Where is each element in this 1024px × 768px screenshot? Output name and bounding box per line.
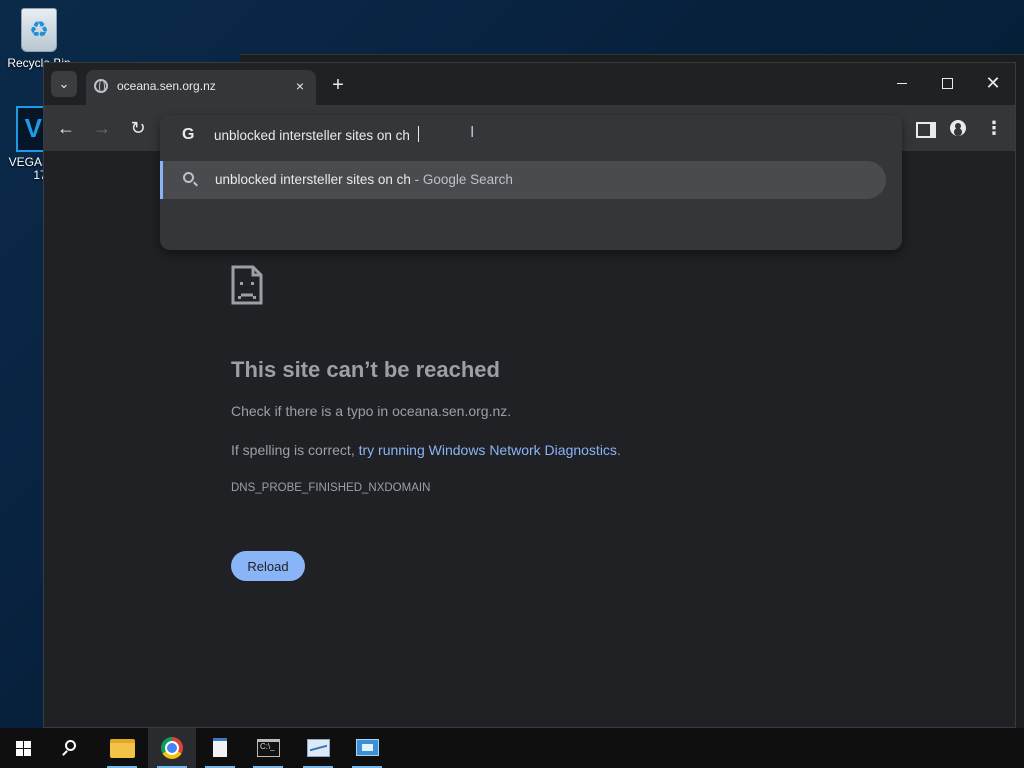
- taskbar-search-button[interactable]: [48, 728, 96, 768]
- taskbar-file-explorer[interactable]: [98, 728, 146, 768]
- profile-icon[interactable]: [944, 114, 972, 142]
- folder-icon: [110, 739, 135, 758]
- globe-icon: [94, 79, 108, 93]
- google-icon: G: [182, 126, 195, 143]
- start-button[interactable]: [0, 728, 48, 768]
- back-button[interactable]: ←: [52, 114, 80, 142]
- notepad-icon: [213, 738, 227, 757]
- title-bar: ⌄ oceana.sen.org.nz × + ✕: [44, 63, 1015, 105]
- minimize-button[interactable]: [878, 69, 924, 97]
- recycle-bin[interactable]: Recycle Bin: [4, 8, 74, 70]
- terminal-icon: C:\_: [257, 739, 280, 757]
- suggestion-query: unblocked intersteller sites on ch: [215, 172, 411, 187]
- menu-kebab-icon[interactable]: ⋮: [980, 114, 1008, 142]
- vegas-app-icon: V: [16, 106, 46, 152]
- suggestion-separator: -: [410, 172, 423, 187]
- recycle-bin-icon: [21, 8, 57, 52]
- tab-search-button[interactable]: ⌄: [51, 71, 77, 97]
- close-window-button[interactable]: ✕: [970, 69, 1016, 97]
- search-icon: [65, 740, 76, 751]
- text-caret: [418, 126, 419, 142]
- tab-title: oceana.sen.org.nz: [117, 79, 216, 93]
- remote-desktop-icon: [356, 739, 379, 756]
- sad-page-icon: [231, 265, 263, 305]
- forward-button[interactable]: →: [88, 114, 116, 142]
- error-diagnostics-hint: If spelling is correct, try running Wind…: [231, 442, 621, 458]
- diagnostics-prefix: If spelling is correct,: [231, 442, 359, 458]
- windows-icon: [16, 741, 32, 757]
- error-code: DNS_PROBE_FINISHED_NXDOMAIN: [231, 482, 431, 494]
- diagnostics-suffix: .: [616, 442, 621, 458]
- reload-icon[interactable]: ↻: [124, 114, 152, 142]
- taskbar-command-prompt[interactable]: C:\_: [244, 728, 292, 768]
- network-diagnostics-link[interactable]: try running Windows Network Diagnostics: [359, 442, 617, 458]
- chrome-window: ⌄ oceana.sen.org.nz × + ✕ ← → ↻ ⋮ G I un…: [43, 62, 1016, 728]
- new-tab-button[interactable]: +: [326, 73, 350, 97]
- taskbar-chrome[interactable]: [148, 728, 196, 768]
- taskbar: C:\_: [0, 728, 1024, 768]
- reload-button[interactable]: Reload: [231, 551, 305, 581]
- taskbar-performance-monitor[interactable]: [294, 728, 342, 768]
- omnibox-dropdown: G I unblocked intersteller sites on ch -…: [160, 115, 902, 250]
- side-panel-icon[interactable]: [908, 114, 936, 142]
- error-title: This site can’t be reached: [231, 357, 500, 382]
- omnibox-suggestion[interactable]: unblocked intersteller sites on ch - Goo…: [160, 161, 886, 199]
- taskbar-remote-desktop[interactable]: [343, 728, 391, 768]
- chrome-icon: [161, 737, 183, 759]
- text-cursor-icon: I: [470, 124, 475, 141]
- performance-monitor-icon: [307, 739, 330, 757]
- search-icon: [183, 172, 194, 183]
- error-typo-hint: Check if there is a typo in oceana.sen.o…: [231, 403, 512, 419]
- tab-oceana[interactable]: oceana.sen.org.nz ×: [86, 70, 316, 105]
- maximize-button[interactable]: [924, 69, 970, 97]
- suggestion-engine: Google Search: [422, 172, 513, 187]
- chevron-down-icon: ⌄: [58, 76, 70, 91]
- taskbar-notepad[interactable]: [196, 728, 244, 768]
- address-bar-input[interactable]: [214, 123, 814, 147]
- close-tab-button[interactable]: ×: [291, 77, 309, 95]
